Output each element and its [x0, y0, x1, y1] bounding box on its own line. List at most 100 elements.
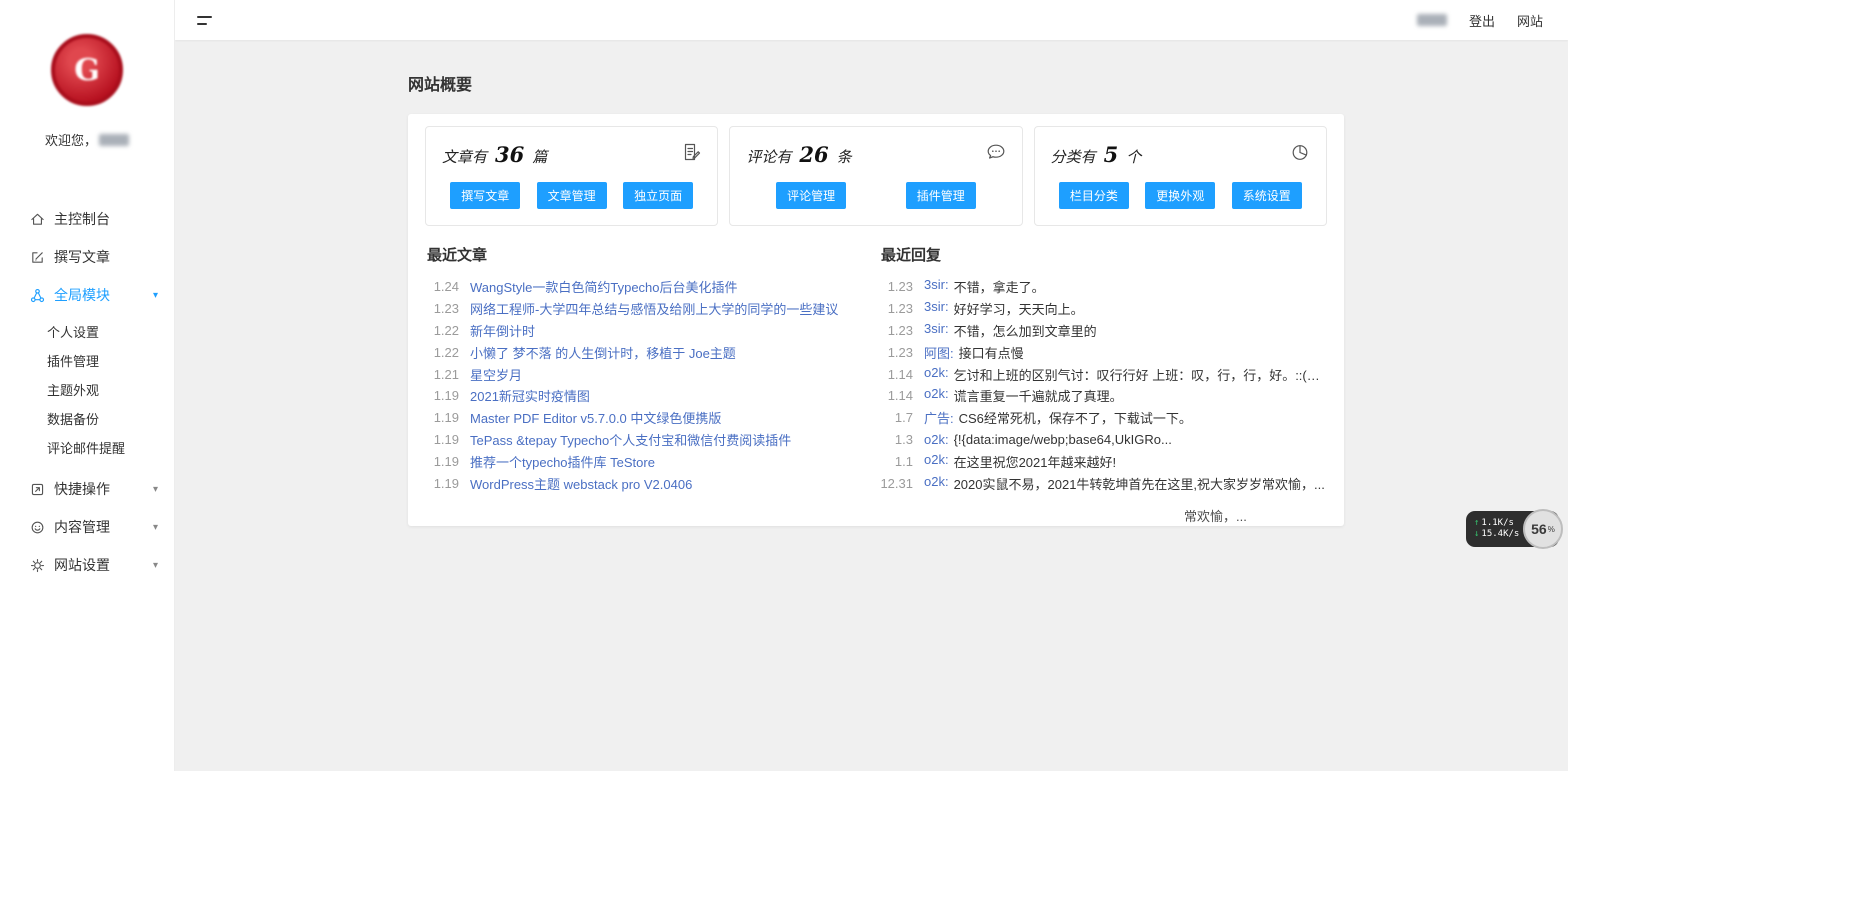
browser-viewport: G 欢迎您， 主控制台 撰写文章 全局模块 ▾ 个 [0, 0, 1568, 771]
reply-row: 1.14 o2k:谎言重复一千遍就成了真理。 [879, 385, 1327, 407]
article-link[interactable]: 2021新冠实时疫情图 [470, 386, 590, 405]
reply-author-link[interactable]: o2k: [924, 474, 949, 493]
sidebar: G 欢迎您， 主控制台 撰写文章 全局模块 ▾ 个 [0, 0, 175, 771]
pie-chart-icon [1290, 142, 1310, 162]
stat-articles-text: 文章有36篇 [442, 142, 547, 167]
comment-icon [986, 142, 1006, 162]
article-link[interactable]: TePass &tepay Typecho个人支付宝和微信付费阅读插件 [470, 430, 791, 449]
article-row: 1.19 WordPress主题 webstack pro V2.0406 [425, 472, 866, 494]
chevron-down-icon: ▾ [153, 484, 158, 495]
article-date: 1.19 [425, 476, 459, 491]
submenu-item[interactable]: 数据备份 [0, 405, 174, 434]
stat-categories-buttons: 栏目分类更换外观系统设置 [1051, 182, 1310, 209]
sidebar-item-content-management[interactable]: 内容管理 ▾ [0, 508, 174, 546]
stat-action-button[interactable]: 文章管理 [537, 182, 607, 209]
reply-row: 1.14 o2k:乞讨和上班的区别气讨：叹行行好 上班：叹，行，行，好。::(心… [879, 363, 1327, 385]
article-link[interactable]: 网络工程师-大学四年总结与感悟及给刚上大学的同学的一些建议 [470, 299, 838, 318]
speed-monitor-widget[interactable]: ↑1.1K/s ↓15.4K/s 56% [1466, 509, 1563, 549]
smiley-icon [30, 520, 45, 535]
reply-author-link[interactable]: 3sir: [924, 299, 949, 318]
reply-author-link[interactable]: o2k: [924, 452, 949, 471]
article-link[interactable]: 小懒了 梦不落 的人生倒计时，移植于 Joe主题 [470, 343, 736, 362]
recent-replies-section: 最近回复 1.23 3sir: 不错，拿走了。 1.23 [879, 244, 1327, 494]
ghost-text-artifact: 常欢愉，... [1184, 506, 1247, 525]
reply-text: 接口有点慢 [959, 343, 1024, 362]
articles-count: 36 [495, 142, 524, 167]
reply-author-link[interactable]: o2k: [924, 386, 949, 405]
memory-percent-badge[interactable]: 56% [1523, 509, 1563, 549]
article-row: 1.22 新年倒计时 [425, 320, 866, 342]
stat-action-button[interactable]: 系统设置 [1232, 182, 1302, 209]
reply-author-link[interactable]: o2k: [924, 365, 949, 384]
submenu-item[interactable]: 评论邮件提醒 [0, 434, 174, 463]
nodes-icon [30, 288, 45, 303]
chevron-down-icon: ▾ [153, 522, 158, 533]
article-link[interactable]: 星空岁月 [470, 365, 522, 384]
stat-action-button[interactable]: 更换外观 [1145, 182, 1215, 209]
sidebar-item-quick-actions[interactable]: 快捷操作 ▾ [0, 470, 174, 508]
article-link[interactable]: WordPress主题 webstack pro V2.0406 [470, 474, 692, 493]
stat-action-button[interactable]: 评论管理 [776, 182, 846, 209]
article-link[interactable]: 新年倒计时 [470, 321, 535, 340]
reply-author-link[interactable]: 阿图: [924, 343, 954, 362]
sidebar-item-site-settings[interactable]: 网站设置 ▾ [0, 546, 174, 584]
submenu-item[interactable]: 主题外观 [0, 376, 174, 405]
site-link[interactable]: 网站 [1517, 11, 1543, 30]
reply-author-link[interactable]: o2k: [924, 432, 949, 447]
reply-author-link[interactable]: 3sir: [924, 277, 949, 296]
submenu-item[interactable]: 插件管理 [0, 347, 174, 376]
sidebar-item-write-article[interactable]: 撰写文章 [0, 238, 174, 276]
recent-articles-title: 最近文章 [427, 244, 866, 265]
stat-action-button[interactable]: 独立页面 [623, 182, 693, 209]
article-row: 1.23 网络工程师-大学四年总结与感悟及给刚上大学的同学的一些建议 [425, 298, 866, 320]
comments-count: 26 [799, 142, 828, 167]
reply-date: 1.1 [879, 454, 913, 469]
article-date: 1.19 [425, 432, 459, 447]
menu-toggle-icon[interactable] [197, 16, 215, 25]
stat-action-button[interactable]: 插件管理 [906, 182, 976, 209]
article-row: 1.19 2021新冠实时疫情图 [425, 385, 866, 407]
recent-articles-list: 1.24 WangStyle一款白色简约Typecho后台美化插件 1.23 网… [425, 276, 866, 494]
welcome-text: 欢迎您， [0, 130, 174, 149]
sidebar-item-global-modules[interactable]: 全局模块 ▾ [0, 276, 174, 314]
home-icon [30, 212, 45, 227]
reply-text: 不错，怎么加到文章里的 [954, 321, 1097, 340]
reply-date: 1.23 [879, 301, 913, 316]
pencil-square-icon [30, 250, 45, 265]
submenu-item[interactable]: 个人设置 [0, 318, 174, 347]
stat-articles: 文章有36篇 撰写文章文章管理独立页面 [425, 126, 718, 226]
article-date: 1.21 [425, 367, 459, 382]
article-link[interactable]: 推荐一个typecho插件库 TeStore [470, 452, 655, 471]
stat-action-button[interactable]: 栏目分类 [1059, 182, 1129, 209]
topbar-right: 登出 网站 [1415, 11, 1568, 30]
article-row: 1.21 星空岁月 [425, 363, 866, 385]
reply-author-link[interactable]: 广告: [924, 408, 954, 427]
reply-date: 1.7 [879, 410, 913, 425]
logout-link[interactable]: 登出 [1469, 11, 1495, 30]
article-date: 1.23 [425, 301, 459, 316]
article-link[interactable]: Master PDF Editor v5.7.0.0 中文绿色便携版 [470, 408, 721, 427]
stat-comments: 评论有26条 评论管理插件管理 [729, 126, 1022, 226]
stat-action-button[interactable]: 撰写文章 [450, 182, 520, 209]
reply-date: 1.14 [879, 388, 913, 403]
reply-date: 12.31 [879, 476, 913, 491]
down-arrow-icon: ↓ [1474, 529, 1479, 539]
recent-replies-title: 最近回复 [881, 244, 1327, 265]
article-row: 1.19 TePass &tepay Typecho个人支付宝和微信付费阅读插件 [425, 429, 866, 451]
reply-text: 乞讨和上班的区别气讨：叹行行好 上班：叹，行，行，好。::(心碎) [954, 365, 1327, 384]
reply-author-link[interactable]: 3sir: [924, 321, 949, 340]
article-row: 1.22 小懒了 梦不落 的人生倒计时，移植于 Joe主题 [425, 341, 866, 363]
reply-row: 1.23 3sir: 不错，拿走了。 [879, 276, 1327, 298]
reply-text: 好好学习，天天向上。 [954, 299, 1084, 318]
page-title: 网站概要 [408, 40, 1344, 95]
reply-text: 2020实鼠不易，2021牛转乾坤首先在这里,祝大家岁岁常欢愉，... [954, 474, 1325, 493]
article-link[interactable]: WangStyle一款白色简约Typecho后台美化插件 [470, 277, 738, 296]
reply-row: 1.23 3sir: 好好学习，天天向上。 [879, 298, 1327, 320]
reply-date: 1.23 [879, 279, 913, 294]
reply-text: 在这里祝您2021年越来越好! [954, 452, 1117, 471]
chevron-down-icon: ▾ [153, 290, 158, 301]
sidebar-item-dashboard[interactable]: 主控制台 [0, 200, 174, 238]
reply-text: 不错，拿走了。 [954, 277, 1045, 296]
stat-comments-buttons: 评论管理 插件管理 [746, 182, 1005, 209]
arrow-box-icon [30, 482, 45, 497]
